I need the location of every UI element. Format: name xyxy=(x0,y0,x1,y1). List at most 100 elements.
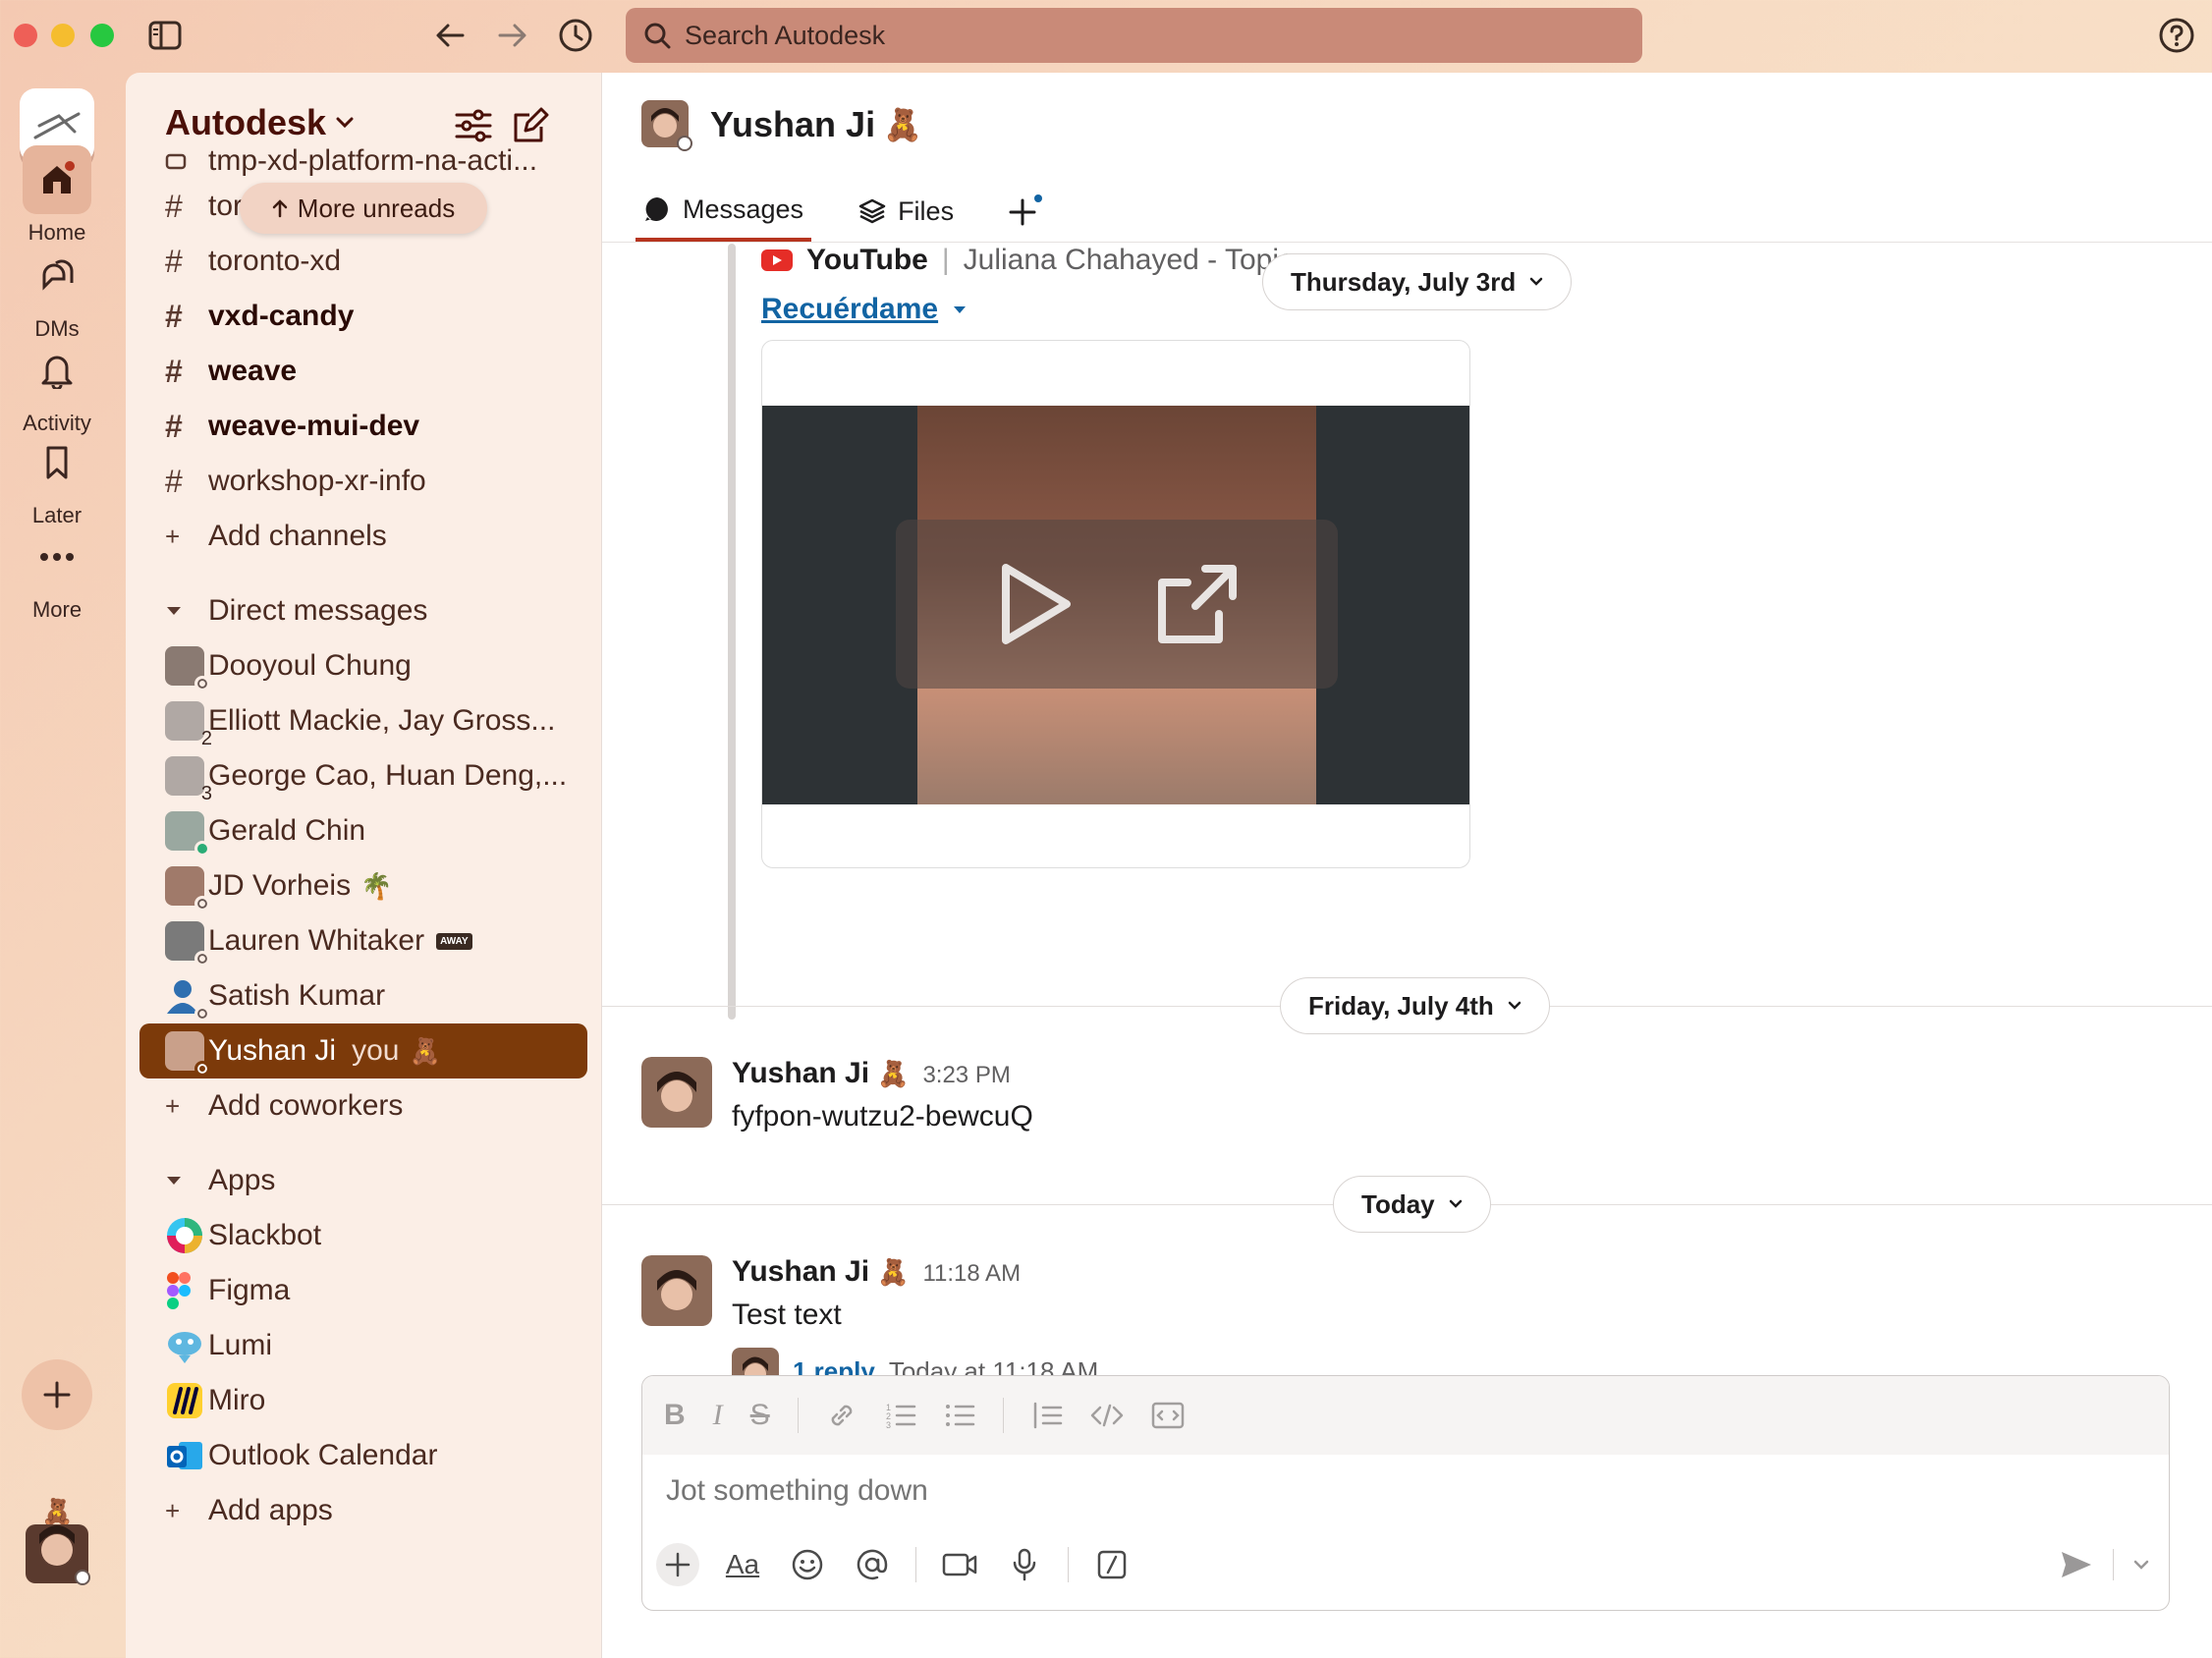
member-count: 2 xyxy=(200,728,212,749)
sidebar-item-dm[interactable]: Dooyoul Chung xyxy=(126,638,601,693)
search-bar[interactable]: Search Autodesk xyxy=(626,8,1642,63)
send-icon[interactable] xyxy=(2060,1550,2093,1579)
history-icon[interactable] xyxy=(556,16,595,55)
back-arrow-icon[interactable] xyxy=(430,16,470,55)
sidebar-item-app[interactable]: Outlook Calendar xyxy=(126,1428,601,1483)
caret-down-icon xyxy=(954,306,967,313)
sidebar-item-channel[interactable]: # toronto-xd xyxy=(126,234,601,289)
sidebar-item-channel[interactable]: # weave-mui-dev xyxy=(126,399,601,454)
sidebar-item-dm[interactable]: JD Vorheis 🌴 xyxy=(126,858,601,913)
compose-icon[interactable] xyxy=(507,102,554,149)
message[interactable]: Yushan Ji 🧸 11:18 AM Test text 1 reply T… xyxy=(641,1255,1098,1395)
channel-header[interactable]: Yushan Ji 🧸 xyxy=(639,98,922,151)
add-workspace-button[interactable] xyxy=(22,1359,92,1430)
code-icon[interactable] xyxy=(1090,1400,1124,1431)
more-unreads-button[interactable]: More unreads xyxy=(240,183,487,234)
search-icon xyxy=(644,23,671,49)
sidebar-item-dm[interactable]: 3 George Cao, Huan Deng,... xyxy=(126,748,601,804)
blockquote-icon[interactable] xyxy=(1031,1400,1063,1431)
minimize-window-button[interactable] xyxy=(51,24,75,47)
emoji-icon[interactable] xyxy=(786,1543,829,1586)
add-tab-button[interactable] xyxy=(1001,181,1050,242)
video-player[interactable] xyxy=(762,406,1469,804)
sidebar-item-app[interactable]: Lumi xyxy=(126,1318,601,1373)
sidebar-item-app[interactable]: Slackbot xyxy=(126,1208,601,1263)
sidebar-item-dm[interactable]: Satish Kumar xyxy=(126,968,601,1023)
strikethrough-icon[interactable]: S xyxy=(750,1399,770,1432)
youtube-title-link[interactable]: Recuérdame xyxy=(761,293,968,326)
date-divider-button[interactable]: Friday, July 4th xyxy=(1280,977,1550,1034)
app-name: Figma xyxy=(208,1274,291,1306)
avatar[interactable] xyxy=(641,1057,712,1128)
apps-section-header[interactable]: Apps xyxy=(126,1153,601,1208)
sidebar-item-channel[interactable]: # vxd-candy xyxy=(126,289,601,344)
avatar[interactable] xyxy=(641,1255,712,1326)
channel-name: workshop-xr-info xyxy=(208,465,426,497)
hash-icon: # xyxy=(165,243,183,279)
tab-files[interactable]: Files xyxy=(851,181,962,242)
bulleted-list-icon[interactable] xyxy=(944,1400,975,1431)
sidebar-item-channel[interactable]: # workshop-xr-info xyxy=(126,454,601,509)
avatar xyxy=(165,866,210,912)
tab-messages[interactable]: Messages xyxy=(636,181,812,242)
attach-plus-icon[interactable] xyxy=(656,1543,699,1586)
numbered-list-icon[interactable]: 123 xyxy=(885,1400,916,1431)
close-window-button[interactable] xyxy=(14,24,37,47)
member-count: 3 xyxy=(200,783,212,804)
sidebar-item-dm[interactable]: Lauren Whitaker AWAY xyxy=(126,913,601,968)
attachment-bar xyxy=(728,244,736,1020)
message-timestamp[interactable]: 3:23 PM xyxy=(922,1062,1010,1089)
youtube-icon xyxy=(761,249,793,271)
sidebar-item-app[interactable]: Miro xyxy=(126,1373,601,1428)
help-icon[interactable] xyxy=(2157,16,2196,55)
channel-box-icon xyxy=(165,151,208,171)
rail-activity[interactable]: Activity xyxy=(0,336,114,436)
slash-command-icon[interactable] xyxy=(1090,1543,1134,1586)
code-block-icon[interactable] xyxy=(1151,1400,1185,1431)
rail-home[interactable]: Home xyxy=(0,145,114,246)
message-author[interactable]: Yushan Ji xyxy=(732,1057,869,1090)
maximize-window-button[interactable] xyxy=(90,24,114,47)
chevron-down-icon[interactable] xyxy=(2133,1560,2149,1570)
format-toggle-button[interactable]: Aa xyxy=(721,1543,764,1586)
divider xyxy=(1002,1398,1004,1433)
italic-icon[interactable]: I xyxy=(713,1399,723,1432)
add-apps-button[interactable]: + Add apps xyxy=(126,1483,601,1538)
user-avatar[interactable]: 🧸 xyxy=(22,1495,92,1585)
date-divider-button[interactable]: Today xyxy=(1333,1176,1491,1233)
rail-later[interactable]: Later xyxy=(0,428,114,528)
workspace-switcher[interactable]: Autodesk xyxy=(165,102,354,143)
dm-section-header[interactable]: Direct messages xyxy=(126,583,601,638)
sidebar-toggle-icon[interactable] xyxy=(145,16,185,55)
play-icon[interactable] xyxy=(996,560,1075,648)
sidebar-item-channel[interactable]: tmp-xd-platform-na-acti... xyxy=(126,143,601,179)
message-input[interactable] xyxy=(666,1474,2139,1508)
sidebar-item-channel[interactable]: # weave xyxy=(126,344,601,399)
add-coworkers-button[interactable]: + Add coworkers xyxy=(126,1078,601,1133)
avatar xyxy=(165,646,210,691)
divider xyxy=(797,1398,799,1433)
figma-icon xyxy=(165,1271,208,1310)
forward-arrow-icon[interactable] xyxy=(493,16,532,55)
sidebar-item-dm-selected[interactable]: Yushan Ji you 🧸 xyxy=(139,1023,587,1078)
dms-icon xyxy=(23,242,91,310)
message-author[interactable]: Yushan Ji xyxy=(732,1255,869,1289)
bold-icon[interactable]: B xyxy=(664,1399,686,1432)
sidebar-item-dm[interactable]: 2 Elliott Mackie, Jay Gross... xyxy=(126,693,601,749)
rail-more-label: More xyxy=(31,597,83,622)
date-divider-button[interactable]: Thursday, July 3rd xyxy=(1262,253,1573,310)
rail-dms[interactable]: DMs xyxy=(0,242,114,342)
rail-more[interactable]: More xyxy=(0,523,114,623)
add-channels-button[interactable]: + Add channels xyxy=(126,509,601,564)
external-link-icon[interactable] xyxy=(1156,563,1239,645)
video-camera-icon[interactable] xyxy=(938,1543,981,1586)
sidebar-item-app[interactable]: Figma xyxy=(126,1263,601,1318)
mention-icon[interactable] xyxy=(851,1543,894,1586)
send-controls xyxy=(2060,1549,2149,1580)
filter-sliders-icon[interactable] xyxy=(450,102,497,149)
microphone-icon[interactable] xyxy=(1003,1543,1046,1586)
message[interactable]: Yushan Ji 🧸 3:23 PM fyfpon-wutzu2-bewcuQ xyxy=(641,1057,1033,1133)
sidebar-item-dm[interactable]: Gerald Chin xyxy=(126,803,601,858)
link-icon[interactable] xyxy=(826,1400,857,1431)
message-timestamp[interactable]: 11:18 AM xyxy=(922,1260,1021,1288)
